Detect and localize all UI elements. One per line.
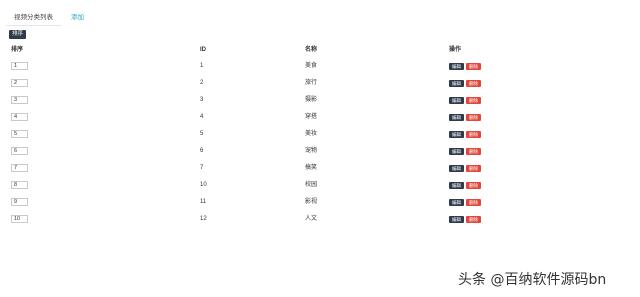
row-id: 2 (200, 80, 204, 86)
table-row: 12 人文 编辑删除 (0, 211, 640, 228)
row-name: 穿搭 (305, 114, 318, 120)
sort-order-input[interactable] (11, 130, 28, 138)
column-header-action: 操作 (449, 47, 462, 53)
delete-button[interactable]: 删除 (466, 63, 481, 70)
row-name: 美食 (305, 63, 318, 69)
delete-button[interactable]: 删除 (466, 182, 481, 189)
tab-add[interactable]: 添加 (63, 10, 92, 26)
delete-button[interactable]: 删除 (466, 148, 481, 155)
edit-button[interactable]: 编辑 (449, 199, 464, 206)
row-name: 旅行 (305, 80, 318, 86)
row-id: 10 (200, 182, 207, 188)
table-row: 6 宠物 编辑删除 (0, 143, 640, 160)
edit-button[interactable]: 编辑 (449, 165, 464, 172)
table-row: 2 旅行 编辑删除 (0, 75, 640, 92)
edit-button[interactable]: 编辑 (449, 114, 464, 121)
row-id: 12 (200, 216, 207, 222)
sort-order-input[interactable] (11, 147, 28, 155)
table-row: 11 影视 编辑删除 (0, 194, 640, 211)
row-id: 3 (200, 97, 204, 103)
column-header-name: 名称 (305, 47, 318, 53)
table-row: 7 搞笑 编辑删除 (0, 160, 640, 177)
sort-order-input[interactable] (11, 198, 28, 206)
delete-button[interactable]: 删除 (466, 114, 481, 121)
watermark-text: 头条 @百纳软件源码bn (458, 272, 607, 288)
row-name: 搞笑 (305, 165, 318, 171)
edit-button[interactable]: 编辑 (449, 131, 464, 138)
delete-button[interactable]: 删除 (466, 199, 481, 206)
sort-order-input[interactable] (11, 113, 28, 121)
row-id: 6 (200, 148, 204, 154)
row-id: 4 (200, 114, 204, 120)
row-name: 美妆 (305, 131, 318, 137)
edit-button[interactable]: 编辑 (449, 97, 464, 104)
row-name: 摄影 (305, 97, 318, 103)
table-row: 10 校园 编辑删除 (0, 177, 640, 194)
sort-order-input[interactable] (11, 181, 28, 189)
table-header: 排序 ID 名称 操作 (0, 44, 640, 56)
row-name: 校园 (305, 182, 318, 188)
edit-button[interactable]: 编辑 (449, 80, 464, 87)
delete-button[interactable]: 删除 (466, 97, 481, 104)
table-row: 3 摄影 编辑删除 (0, 92, 640, 109)
table-row: 4 穿搭 编辑删除 (0, 109, 640, 126)
sort-order-input[interactable] (11, 164, 28, 172)
column-header-sort: 排序 (11, 47, 24, 53)
row-name: 人文 (305, 216, 318, 222)
table-row: 1 美食 编辑删除 (0, 58, 640, 75)
sort-order-input[interactable] (11, 215, 28, 223)
sort-order-input[interactable] (11, 62, 28, 70)
row-name: 宠物 (305, 148, 318, 154)
table-row: 5 美妆 编辑删除 (0, 126, 640, 143)
edit-button[interactable]: 编辑 (449, 148, 464, 155)
edit-button[interactable]: 编辑 (449, 182, 464, 189)
edit-button[interactable]: 编辑 (449, 63, 464, 70)
row-name: 影视 (305, 199, 318, 205)
sort-button[interactable]: 排序 (9, 30, 27, 39)
tab-category-list[interactable]: 视频分类列表 (6, 10, 61, 26)
delete-button[interactable]: 删除 (466, 80, 481, 87)
sort-order-input[interactable] (11, 96, 28, 104)
sort-order-input[interactable] (11, 79, 28, 87)
delete-button[interactable]: 删除 (466, 131, 481, 138)
edit-button[interactable]: 编辑 (449, 216, 464, 223)
row-id: 11 (200, 199, 207, 205)
delete-button[interactable]: 删除 (466, 165, 481, 172)
tab-bar: 视频分类列表 添加 (0, 10, 92, 26)
row-id: 5 (200, 131, 204, 137)
row-id: 7 (200, 165, 204, 171)
row-id: 1 (200, 63, 204, 69)
column-header-id: ID (200, 47, 206, 53)
delete-button[interactable]: 删除 (466, 216, 481, 223)
